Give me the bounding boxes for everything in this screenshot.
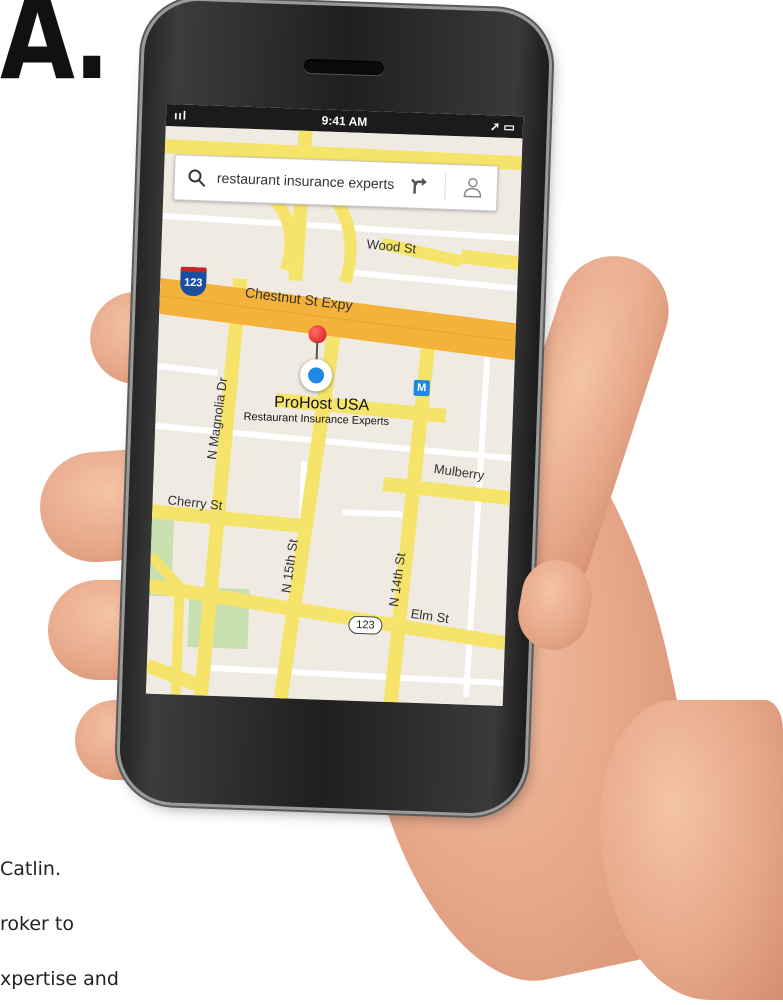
phone-speaker xyxy=(303,58,385,76)
interstate-shield-icon: 123 xyxy=(179,266,207,297)
search-input[interactable]: restaurant insurance experts xyxy=(217,170,427,193)
headline: A. xyxy=(0,0,110,106)
phone-screen: ııl 9:41 AM ➚ ▭ Wood St Chestnut St Expy… xyxy=(145,103,524,707)
smartphone: ııl 9:41 AM ➚ ▭ Wood St Chestnut St Expy… xyxy=(118,0,551,815)
body-text-line-1: Catlin. xyxy=(0,858,61,880)
route-shield-icon: 123 xyxy=(348,615,383,635)
body-text-line-3: xpertise and xyxy=(0,968,119,990)
body-text-line-2: roker to xyxy=(0,913,74,935)
search-icon xyxy=(188,169,206,188)
directions-icon[interactable] xyxy=(408,175,429,196)
search-separator xyxy=(444,172,447,201)
profile-icon[interactable] xyxy=(462,176,483,199)
location-battery-icon: ➚ ▭ xyxy=(489,119,516,135)
metro-icon[interactable]: M xyxy=(413,379,430,397)
